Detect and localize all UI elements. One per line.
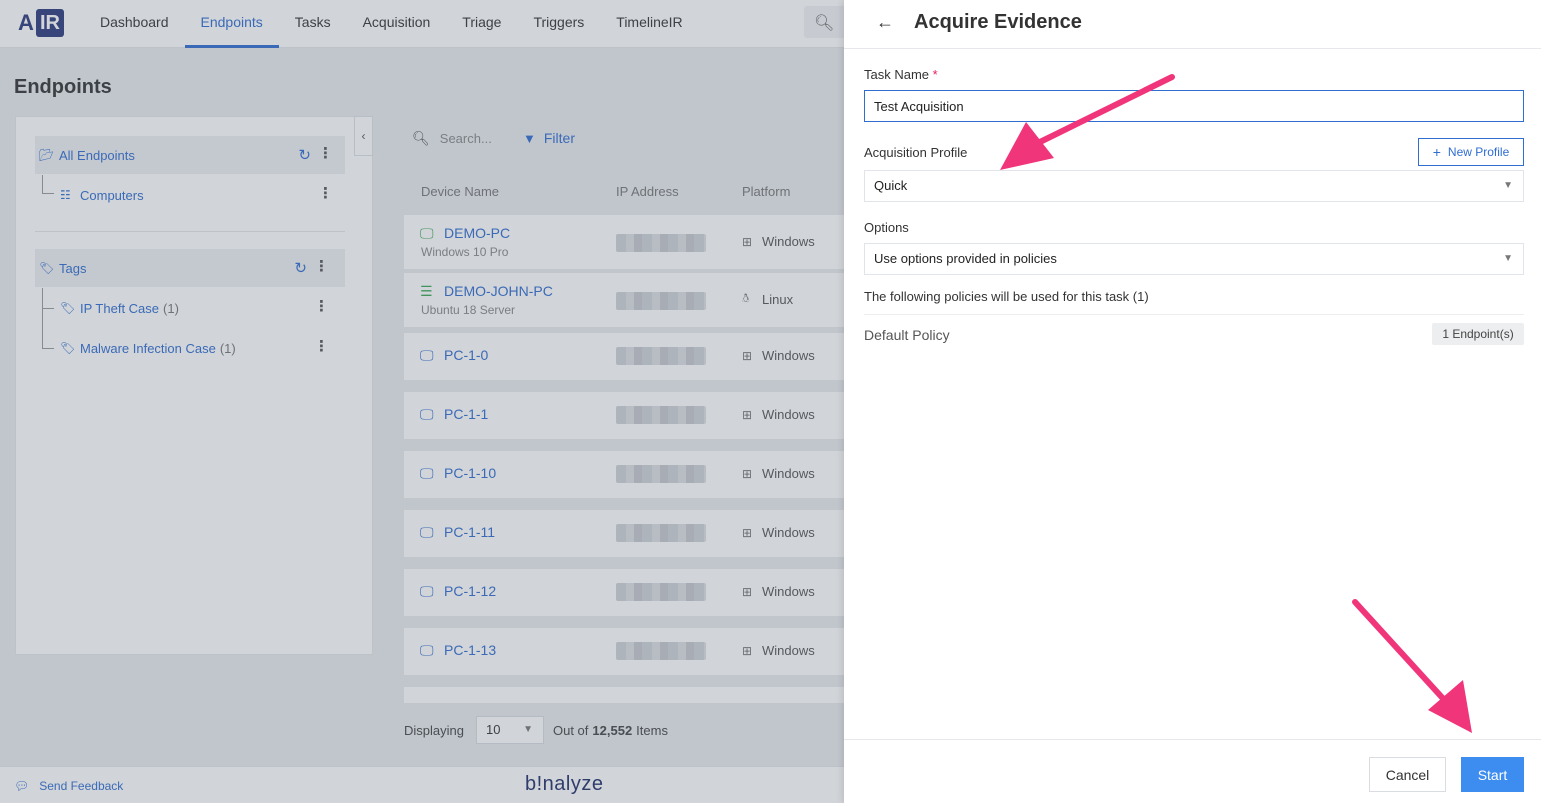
acquisition-profile-select[interactable]: Quick ▼ <box>864 170 1524 202</box>
required-mark: * <box>932 67 938 82</box>
drawer-footer: Cancel Start <box>844 739 1541 803</box>
policy-divider <box>864 314 1524 315</box>
task-name-label: Task Name * <box>864 67 938 82</box>
plus-icon: + <box>1432 144 1441 160</box>
cancel-button[interactable]: Cancel <box>1369 757 1446 792</box>
policy-name: Default Policy <box>864 327 950 343</box>
policy-endpoint-badge: 1 Endpoint(s) <box>1432 323 1524 345</box>
drawer-header: ← Acquire Evidence <box>844 0 1541 49</box>
caret-down-icon: ▼ <box>1503 180 1513 191</box>
acquisition-profile-label: Acquisition Profile <box>864 145 968 160</box>
options-select[interactable]: Use options provided in policies ▼ <box>864 243 1524 275</box>
new-profile-button[interactable]: + New Profile <box>1418 138 1524 166</box>
caret-down-icon: ▼ <box>1503 253 1513 264</box>
task-name-input[interactable] <box>864 90 1524 122</box>
policy-note: The following policies will be used for … <box>864 289 1149 304</box>
start-button[interactable]: Start <box>1461 757 1524 792</box>
acquire-evidence-drawer: ← Acquire Evidence Task Name * Acquisiti… <box>844 0 1541 803</box>
arrow-left-icon[interactable]: ← <box>876 12 894 33</box>
modal-backdrop[interactable] <box>0 0 844 803</box>
options-label: Options <box>864 220 909 235</box>
drawer-title: Acquire Evidence <box>914 11 1082 33</box>
